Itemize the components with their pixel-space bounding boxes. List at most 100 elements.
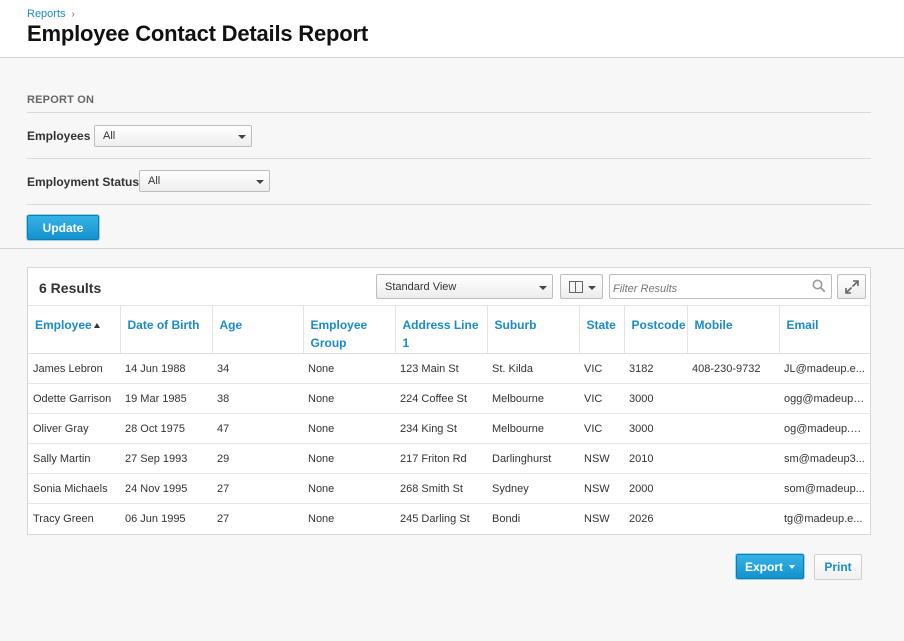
chevron-down-icon [256,180,264,184]
table-cell: None [303,413,395,444]
table-cell: Melbourne [487,383,579,414]
table-cell [687,413,779,444]
table-cell [687,443,779,474]
table-cell: 06 Jun 1995 [125,512,186,525]
table-cell: sm@madeup3... [779,443,871,474]
table-row: Sally Martin 27 Sep 1993 29 None 217 Friton … [28,443,871,474]
page-header: Reports › Employee Contact Details Repor… [0,0,904,58]
table-cell: ogg@madeup.... [779,383,871,414]
table-cell: 2000 [624,473,687,504]
table-cell: Sonia Michaels [28,473,120,504]
table-cell: 224 Coffee St [395,383,487,414]
column-header-state[interactable]: State [579,305,625,354]
table-cell [687,504,779,534]
table-cell: VIC [579,413,624,444]
column-header-date-of-birth[interactable]: Date of Birth [120,305,213,354]
table-cell: 3182 [624,353,687,384]
column-header-suburb[interactable]: Suburb [487,305,580,354]
table-cell: 14 Jun 1988 [120,353,212,384]
table-cell: Oliver Gray [28,413,120,444]
table-row: Odette Garrison 19 Mar 1985 38 None 224 Coff… [28,383,871,414]
sort-ascending-icon [93,323,100,328]
table-row: Tracy Green 06 Jun 1995 27 None 245 Darling … [28,504,871,534]
update-button[interactable]: Update [27,215,99,240]
table-cell: tg@madeup.e... [784,512,863,525]
table-cell: 27 [212,473,303,504]
table-cell: og@madeup.e... [779,413,871,444]
table-cell: Darlinghurst [487,443,579,474]
export-button[interactable]: Export [736,554,804,579]
column-header-email[interactable]: Email [779,305,871,354]
employment-status-select[interactable]: All [139,170,270,192]
filter-results-input[interactable] [609,274,832,299]
table-cell: Melbourne [487,413,579,444]
table-row: James Lebron 14 Jun 1988 34 None 123 Main St… [28,353,871,384]
view-select[interactable]: Standard View [376,274,553,299]
column-header-employee-group[interactable]: Employee Group [303,305,396,354]
divider [27,158,871,159]
column-header-postcode[interactable]: Postcode [624,305,688,354]
employees-select[interactable]: All [94,125,252,147]
table-cell: 2026 [629,512,654,525]
column-header-label: Postcode [631,318,686,332]
table-cell: VIC [579,353,624,384]
divider [27,112,871,113]
column-header-label: Mobile [694,318,733,332]
employees-select-value: All [103,130,116,142]
search-icon[interactable] [812,279,826,293]
table-cell: St. Kilda [487,353,579,384]
divider [27,204,871,205]
results-panel: 6 Results Standard View Employee Date of … [27,267,871,535]
export-label: Export [744,560,783,574]
report-filters: REPORT ON Employees All Employment Statu… [0,58,904,249]
page-title: Employee Contact Details Report [27,21,368,46]
table-cell: None [303,473,395,504]
column-header-address-line-1[interactable]: Address Line 1 [395,305,488,354]
table-body: James Lebron 14 Jun 1988 34 None 123 Main St… [28,353,871,534]
column-header-mobile[interactable]: Mobile [687,305,780,354]
column-header-label: Employee Group [310,318,368,350]
table-header-row: Employee Date of Birth Age Employee Group Ad… [28,305,871,354]
column-header-label: Suburb [494,318,537,332]
breadcrumb-separator: › [71,8,75,20]
columns-button[interactable] [560,274,603,299]
table-cell: JL@madeup.e... [779,353,871,384]
column-header-label: Email [786,318,819,332]
table-cell: 245 Darling St [400,512,470,525]
table-cell: 234 King St [395,413,487,444]
column-header-label: Employee [35,318,92,332]
expand-button[interactable] [837,274,866,299]
table-cell: None [303,443,395,474]
table-cell: som@madeup... [779,473,871,504]
print-button[interactable]: Print [814,554,862,580]
table-cell: James Lebron [28,353,120,384]
table-cell: Odette Garrison [28,383,120,414]
table-row: Oliver Gray 28 Oct 1975 47 None 234 King St M… [28,413,871,444]
table-cell: Bondi [492,512,521,525]
column-header-age[interactable]: Age [212,305,304,354]
column-header-label: Address Line 1 [402,318,479,350]
chevron-down-icon [789,565,795,569]
table-cell [687,473,779,504]
chevron-down-icon [588,286,596,290]
column-header-employee[interactable]: Employee [28,305,121,354]
table-cell: 123 Main St [395,353,487,384]
table-row: Sonia Michaels 24 Nov 1995 27 None 268 Smith… [28,473,871,504]
chevron-down-icon [238,135,246,139]
table-cell: 24 Nov 1995 [120,473,212,504]
table-cell: 47 [212,413,303,444]
table-cell: Tracy Green [33,512,94,525]
table-cell: 3000 [624,413,687,444]
table-cell: NSW [579,443,624,474]
table-cell: 19 Mar 1985 [120,383,212,414]
table-cell: 217 Friton Rd [395,443,487,474]
table-cell: Sally Martin [28,443,120,474]
column-header-label: Age [219,318,243,332]
breadcrumb-link-reports[interactable]: Reports [27,8,66,20]
view-select-value: Standard View [385,281,457,293]
chevron-down-icon [539,286,547,290]
table-cell: NSW [579,473,624,504]
breadcrumb: Reports › [27,8,75,20]
table-cell: VIC [579,383,624,414]
table-cell: None [308,512,335,525]
